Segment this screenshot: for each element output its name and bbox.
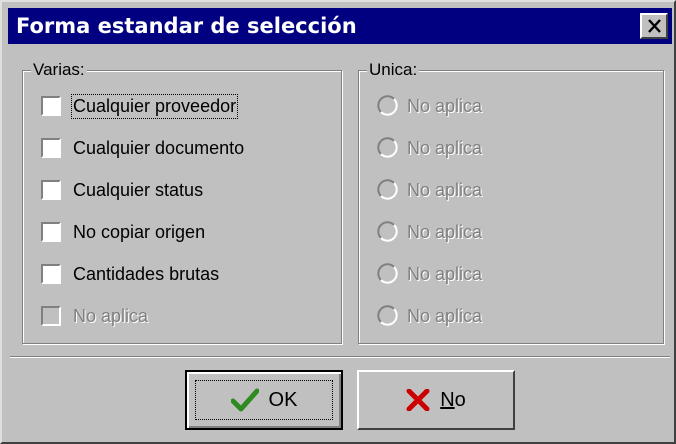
checkbox-label: No aplica xyxy=(73,305,149,326)
radio-no-aplica-1: No aplica xyxy=(377,91,482,121)
radio-button-icon xyxy=(377,95,398,116)
radio-label: No aplica xyxy=(407,95,483,116)
checkbox-cantidades-brutas[interactable]: Cantidades brutas xyxy=(41,259,219,289)
checkbox-box[interactable] xyxy=(41,138,61,158)
checkbox-label: Cualquier status xyxy=(73,179,204,200)
checkbox-cualquier-status[interactable]: Cualquier status xyxy=(41,175,203,205)
dialog-title: Forma estandar de selección xyxy=(16,14,357,38)
radio-no-aplica-6: No aplica xyxy=(377,301,482,331)
varias-legend: Varias: xyxy=(31,60,87,80)
radio-label: No aplica xyxy=(407,305,483,326)
varias-group: Varias: Cualquier proveedor Cualquier do… xyxy=(22,60,342,344)
checkbox-box-disabled xyxy=(41,306,61,326)
checkbox-label: Cantidades brutas xyxy=(73,263,220,284)
ok-button[interactable]: OK xyxy=(185,370,343,430)
radio-button-icon xyxy=(377,179,398,200)
radio-button-icon xyxy=(377,221,398,242)
checkbox-cualquier-documento[interactable]: Cualquier documento xyxy=(41,133,244,163)
checkbox-label: No copiar origen xyxy=(73,221,206,242)
radio-no-aplica-5: No aplica xyxy=(377,259,482,289)
focus-rectangle xyxy=(195,380,333,420)
radio-button-icon xyxy=(377,137,398,158)
radio-label: No aplica xyxy=(407,221,483,242)
checkbox-no-aplica-disabled: No aplica xyxy=(41,301,148,331)
radio-no-aplica-3: No aplica xyxy=(377,175,482,205)
radio-button-icon xyxy=(377,305,398,326)
checkbox-label: Cualquier proveedor xyxy=(70,93,239,119)
unica-legend: Unica: xyxy=(367,60,420,80)
title-bar[interactable]: Forma estandar de selección xyxy=(8,8,672,44)
checkbox-no-copiar-origen[interactable]: No copiar origen xyxy=(41,217,205,247)
separator xyxy=(10,356,670,358)
radio-button-icon xyxy=(377,263,398,284)
no-button[interactable]: No xyxy=(357,370,515,430)
checkbox-box[interactable] xyxy=(41,264,61,284)
close-icon xyxy=(648,19,661,33)
radio-no-aplica-2: No aplica xyxy=(377,133,482,163)
checkbox-cualquier-proveedor[interactable]: Cualquier proveedor xyxy=(41,91,239,121)
checkbox-box[interactable] xyxy=(41,96,61,116)
radio-label: No aplica xyxy=(407,263,483,284)
no-label-rest: o xyxy=(454,388,466,411)
checkbox-box[interactable] xyxy=(41,180,61,200)
radio-no-aplica-4: No aplica xyxy=(377,217,482,247)
dialog-window: Forma estandar de selección Varias: Cual… xyxy=(0,0,676,444)
x-mark-icon xyxy=(406,389,430,411)
no-label: No xyxy=(440,389,466,412)
no-mnemonic: N xyxy=(440,388,455,411)
radio-label: No aplica xyxy=(407,179,483,200)
unica-group: Unica: No aplica No aplica No aplica No … xyxy=(358,60,664,344)
checkbox-label: Cualquier documento xyxy=(73,137,245,158)
checkbox-box[interactable] xyxy=(41,222,61,242)
close-button[interactable] xyxy=(640,13,668,39)
radio-label: No aplica xyxy=(407,137,483,158)
